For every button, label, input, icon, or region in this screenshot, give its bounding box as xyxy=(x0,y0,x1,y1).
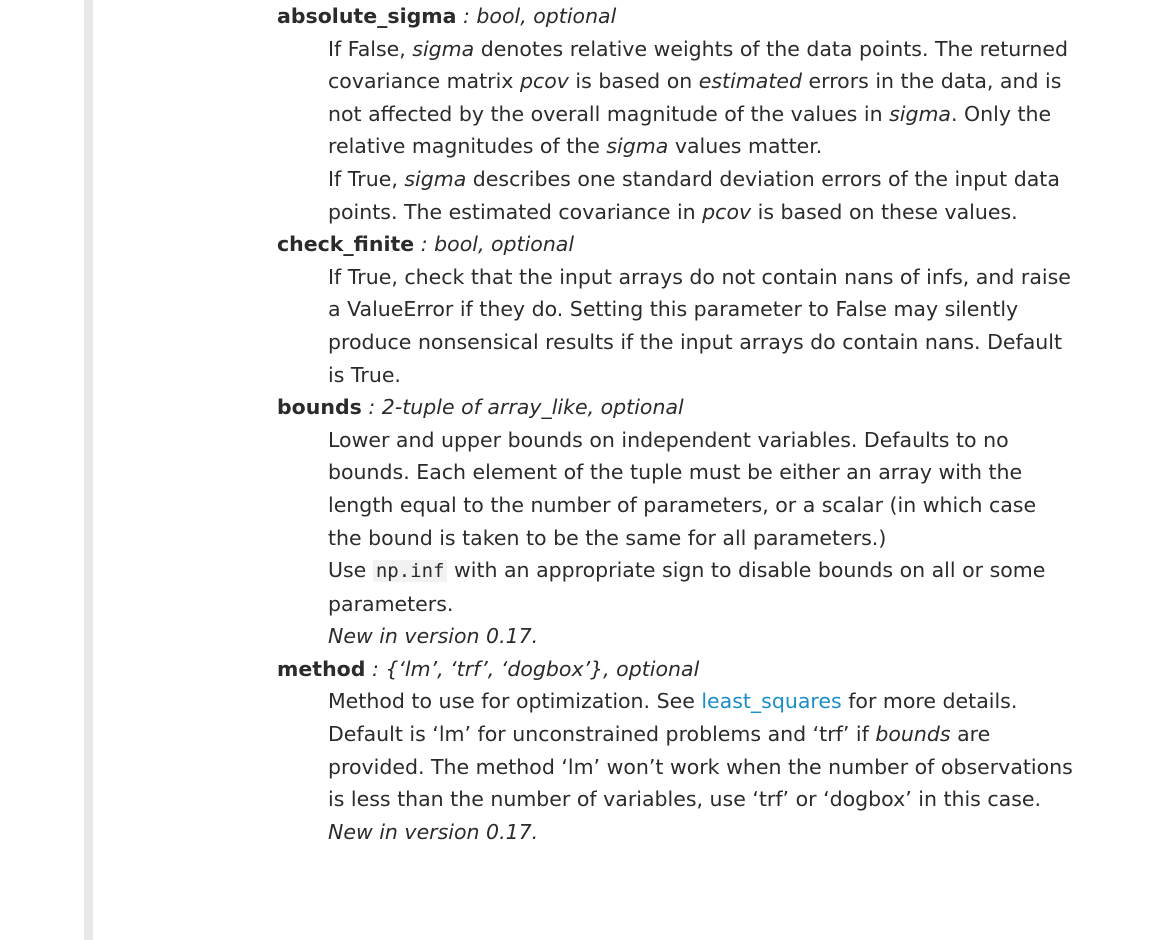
param-method: method : {‘lm’, ‘trf’, ‘dogbox’}, option… xyxy=(277,653,1077,849)
param-header: method : {‘lm’, ‘trf’, ‘dogbox’}, option… xyxy=(277,653,1077,686)
emphasis: sigma xyxy=(889,101,951,126)
param-type: : bool, optional xyxy=(414,232,575,257)
version-note-text: New in version 0.17. xyxy=(328,624,539,649)
text: is based on these values. xyxy=(751,199,1018,224)
param-name: absolute_sigma xyxy=(277,4,457,28)
version-note: New in version 0.17. xyxy=(328,816,1073,849)
description-paragraph: Method to use for optimization. See leas… xyxy=(328,685,1073,815)
version-note-text: New in version 0.17. xyxy=(328,819,539,844)
text: If False, xyxy=(328,36,413,61)
emphasis: estimated xyxy=(698,69,802,94)
text: Use xyxy=(328,558,373,583)
param-name: bounds xyxy=(277,395,362,420)
param-bounds: bounds : 2-tuple of array_like, optional… xyxy=(277,391,1077,653)
emphasis: sigma xyxy=(404,166,467,191)
text: If True, xyxy=(328,166,405,191)
param-name: check_finite xyxy=(277,232,415,257)
param-description: Method to use for optimization. See leas… xyxy=(328,685,1073,848)
param-type: : bool, optional xyxy=(456,4,617,28)
param-header: absolute_sigma : bool, optional xyxy=(277,0,1077,33)
param-description: If False, sigma denotes relative weights… xyxy=(328,33,1073,229)
param-name: method xyxy=(277,656,366,681)
param-type: : {‘lm’, ‘trf’, ‘dogbox’}, optional xyxy=(365,656,700,681)
param-description: Lower and upper bounds on independent va… xyxy=(328,424,1073,653)
version-note: New in version 0.17. xyxy=(328,620,1073,653)
description-paragraph: Use np.inf with an appropriate sign to d… xyxy=(328,554,1073,620)
param-check-finite: check_finite : bool, optional If True, c… xyxy=(277,228,1077,391)
description-paragraph: If True, check that the input arrays do … xyxy=(328,264,1071,387)
inline-code: np.inf xyxy=(372,560,448,583)
emphasis: sigma xyxy=(412,36,475,61)
text: Method to use for optimization. See xyxy=(328,689,702,714)
description-paragraph: If True, sigma describes one standard de… xyxy=(328,163,1073,228)
emphasis: bounds xyxy=(875,722,951,747)
left-gutter xyxy=(84,0,93,940)
description-paragraph: If False, sigma denotes relative weights… xyxy=(328,33,1073,163)
param-absolute-sigma: absolute_sigma : bool, optional If False… xyxy=(277,0,1077,228)
emphasis: pcov xyxy=(519,69,569,94)
param-header: bounds : 2-tuple of array_like, optional xyxy=(277,391,1077,424)
param-description: If True, check that the input arrays do … xyxy=(328,261,1073,391)
text: is based on xyxy=(568,69,699,94)
emphasis: pcov xyxy=(702,199,752,224)
emphasis: sigma xyxy=(606,134,669,159)
description-paragraph: Lower and upper bounds on independent va… xyxy=(328,427,1037,550)
param-header: check_finite : bool, optional xyxy=(277,228,1077,261)
text: values matter. xyxy=(668,134,823,159)
parameter-list: absolute_sigma : bool, optional If False… xyxy=(277,0,1077,848)
least-squares-link[interactable]: least_squares xyxy=(701,689,841,713)
param-type: : 2-tuple of array_like, optional xyxy=(361,395,684,420)
